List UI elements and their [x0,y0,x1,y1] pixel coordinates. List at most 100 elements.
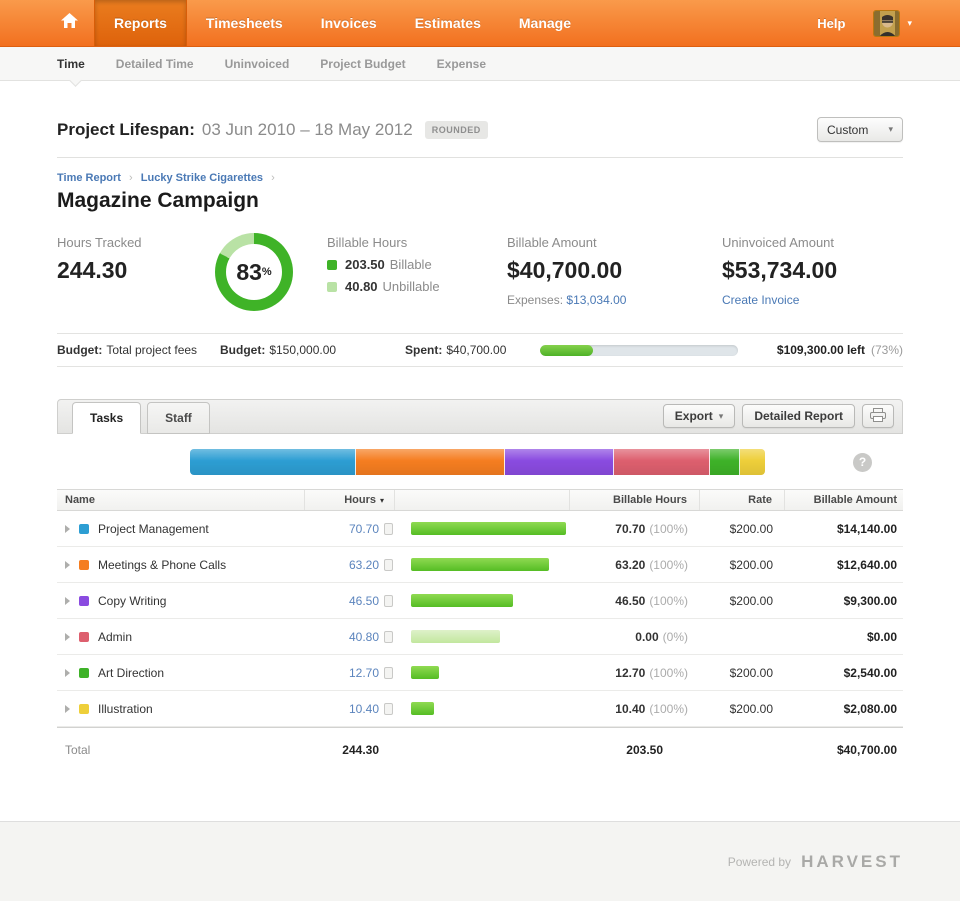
timesheet-note-icon[interactable] [384,594,393,607]
billable-amount-cell: $9,300.00 [843,593,897,608]
table-row[interactable]: Project Management 70.70 70.70 (100%) $20… [57,511,903,547]
home-button[interactable] [45,0,94,46]
table-row[interactable]: Art Direction 12.70 12.70 (100%) $200.00 … [57,655,903,691]
budget-progress-fill [540,344,594,356]
chevron-down-icon: ▾ [888,124,893,134]
date-range-select[interactable]: Custom ▾ [817,117,903,142]
billable-amount-cell: $14,140.00 [836,521,897,536]
tab-tasks[interactable]: Tasks [72,402,142,434]
hours-bar [411,666,439,679]
tasks-panel: Tasks Staff Export ▾ Detailed Report ? N… [57,399,903,771]
subnav-item-project-budget[interactable]: Project Budget [320,48,405,80]
billable-pct-cell: (100%) [649,665,688,680]
column-header-hours[interactable]: Hours ▾ [305,490,395,510]
help-link[interactable]: Help [817,16,845,31]
breadcrumb-separator: › [271,172,275,184]
nav-item-reports[interactable]: Reports [94,0,187,46]
hours-link[interactable]: 40.80 [349,630,379,644]
billable-hours-label: Billable Hours [327,235,408,250]
expand-icon[interactable] [65,524,70,533]
hours-link[interactable]: 63.20 [349,558,379,572]
lifespan-dates: 03 Jun 2010 – 18 May 2012 [201,119,413,139]
export-button[interactable]: Export ▾ [662,404,736,428]
subnav-item-time[interactable]: Time [57,48,85,80]
question-icon[interactable]: ? [853,452,872,472]
subnav-item-uninvoiced[interactable]: Uninvoiced [225,48,290,80]
harvest-logo: HARVEST [801,851,903,871]
nav-item-manage[interactable]: Manage [500,0,590,46]
billable-hours-cell: 46.50 [615,593,646,608]
expand-icon[interactable] [65,632,70,641]
rate-cell: $200.00 [729,701,773,716]
column-header-rate[interactable]: Rate [700,490,785,510]
timesheet-note-icon[interactable] [384,630,393,643]
hours-link[interactable]: 10.40 [349,702,379,716]
breadcrumb-client[interactable]: Lucky Strike Cigarettes [141,172,263,184]
column-header-billable-hours[interactable]: Billable Hours [570,490,700,510]
hours-link[interactable]: 46.50 [349,594,379,608]
budget-progress-bar [540,344,738,356]
subnav-item-detailed-time[interactable]: Detailed Time [116,48,194,80]
timesheet-note-icon[interactable] [384,702,393,715]
create-invoice-link[interactable]: Create Invoice [722,293,799,307]
billable-hours-cell: 10.40 [615,701,646,716]
expand-icon[interactable] [65,704,70,713]
billable-amount-label: Billable Amount [507,235,597,250]
rounded-badge: ROUNDED [424,120,488,139]
nav-item-estimates[interactable]: Estimates [396,0,500,46]
unbillable-hours-value: 40.80 [345,279,378,294]
hours-header-label: Hours [344,494,376,506]
rate-cell: $200.00 [729,521,773,536]
hours-bar [411,702,434,715]
timesheet-note-icon[interactable] [384,522,393,535]
spent-label: Spent: [405,343,443,357]
tab-staff[interactable]: Staff [147,402,210,434]
panel-tabbar: Tasks Staff Export ▾ Detailed Report [57,399,903,434]
report-subnav: Time Detailed Time Uninvoiced Project Bu… [0,47,960,81]
detailed-report-button[interactable]: Detailed Report [742,404,855,428]
total-hours: 244.30 [342,742,379,757]
hours-link[interactable]: 12.70 [349,666,379,680]
page-title: Magazine Campaign [57,189,259,212]
task-name: Meetings & Phone Calls [98,557,227,572]
column-header-name[interactable]: Name [57,490,305,510]
task-name: Art Direction [98,665,165,680]
table-row[interactable]: Admin 40.80 0.00 (0%) $0.00 [57,619,903,655]
timesheet-note-icon[interactable] [384,666,393,679]
hours-link[interactable]: 70.70 [349,522,379,536]
billable-hours-value: 203.50 [345,257,385,272]
budget-value: $150,000.00 [269,343,337,357]
expand-icon[interactable] [65,668,70,677]
task-color-swatch [79,595,89,606]
nav-item-invoices[interactable]: Invoices [302,0,396,46]
detailed-report-label: Detailed Report [754,409,843,423]
table-total-row: Total 244.30 203.50 $40,700.00 [57,727,903,771]
expand-icon[interactable] [65,596,70,605]
chevron-down-icon: ▾ [718,410,724,421]
expand-icon[interactable] [65,560,70,569]
billable-amount-cell: $12,640.00 [836,557,897,572]
table-row[interactable]: Copy Writing 46.50 46.50 (100%) $200.00 $… [57,583,903,619]
breadcrumb-time-report[interactable]: Time Report [57,172,121,184]
task-distribution-bar [190,449,765,475]
nav-item-timesheets[interactable]: Timesheets [187,0,302,46]
hours-bar [411,522,566,535]
expenses-label: Expenses: [507,293,564,307]
account-caret-icon[interactable]: ▾ [907,18,912,29]
subnav-item-expense[interactable]: Expense [437,48,486,80]
avatar[interactable] [873,9,901,37]
timesheet-note-icon[interactable] [384,558,393,571]
billable-hours-text: Billable [389,257,432,272]
expenses-link[interactable]: $13,034.00 [566,293,626,307]
uninvoiced-amount-value: $53,734.00 [722,257,838,283]
billable-donut-center: 83% [226,244,282,300]
budget-strip: Budget: Total project fees Budget: $150,… [57,333,903,367]
table-row[interactable]: Illustration 10.40 10.40 (100%) $200.00 $… [57,691,903,727]
billable-amount-cell: $2,080.00 [843,701,897,716]
bar-segment-art-direction [710,449,741,475]
column-header-billable-amount[interactable]: Billable Amount [785,490,903,510]
hours-tracked-value: 244.30 [57,257,128,283]
print-button[interactable] [862,404,894,428]
page-footer: Powered by HARVEST [0,821,960,901]
table-row[interactable]: Meetings & Phone Calls 63.20 63.20 (100%)… [57,547,903,583]
